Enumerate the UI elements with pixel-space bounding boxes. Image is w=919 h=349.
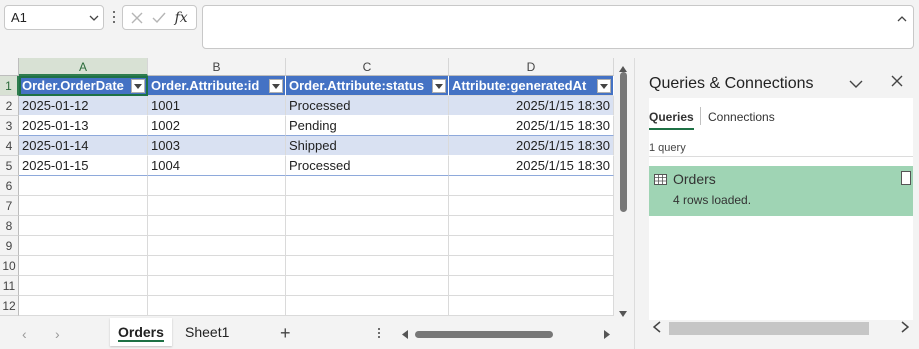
row-header-2[interactable]: 2 — [0, 96, 19, 116]
table-cell[interactable]: 1004 — [148, 156, 286, 176]
queries-connections-panel: Queries & Connections Queries Connection… — [634, 58, 919, 349]
scroll-thumb[interactable] — [415, 331, 553, 338]
sheet-tab-label: Sheet1 — [185, 324, 230, 340]
row-header-9[interactable]: 9 — [0, 236, 19, 256]
scroll-right-icon[interactable] — [604, 330, 610, 339]
table-cell[interactable]: 2025-01-14 — [19, 136, 148, 156]
panel-horizontal-scrollbar[interactable] — [649, 320, 913, 338]
excel-window: A1 fx A B C D 1 2 3 4 5 6 7 8 9 10 11 12… — [0, 0, 919, 349]
x-icon[interactable] — [131, 12, 143, 24]
row-header-3[interactable]: 3 — [0, 116, 19, 136]
query-name: Orders — [673, 171, 716, 187]
formula-controls: fx — [122, 5, 197, 30]
close-icon[interactable] — [891, 75, 903, 90]
header-label: Order.Attribute:status — [289, 78, 425, 93]
next-sheet-icon[interactable]: › — [55, 326, 60, 342]
table-cell[interactable]: 2025-01-15 — [19, 156, 148, 176]
table-cell[interactable]: 2025/1/15 18:30 — [449, 156, 614, 176]
chevron-down-icon[interactable] — [849, 76, 863, 91]
empty-cells[interactable] — [19, 176, 614, 316]
sheet-tab-sheet1[interactable]: Sheet1 — [177, 318, 237, 346]
sheet-tab-orders[interactable]: Orders — [110, 318, 172, 346]
query-item-orders[interactable]: Orders 4 rows loaded. — [649, 166, 913, 216]
filter-dropdown-icon[interactable] — [269, 79, 283, 93]
header-label: Attribute:generatedAt — [452, 78, 587, 93]
row-header-5[interactable]: 5 — [0, 156, 19, 176]
chevron-down-icon[interactable] — [85, 6, 103, 29]
row-header-8[interactable]: 8 — [0, 216, 19, 236]
table-cell[interactable]: 1002 — [148, 116, 286, 136]
query-count: 1 query — [649, 142, 686, 154]
vertical-scrollbar[interactable] — [616, 58, 630, 320]
table-cell[interactable]: 1003 — [148, 136, 286, 156]
name-box-value: A1 — [11, 10, 27, 25]
column-header-b[interactable]: B — [148, 58, 286, 76]
chevron-right-icon[interactable] — [901, 321, 910, 336]
divider — [649, 156, 913, 157]
prev-sheet-icon[interactable]: ‹ — [22, 326, 27, 342]
select-all-corner[interactable] — [0, 58, 19, 76]
row-header-7[interactable]: 7 — [0, 196, 19, 216]
add-sheet-button[interactable]: + — [280, 323, 291, 344]
chevron-up-icon[interactable] — [897, 10, 907, 25]
filter-dropdown-icon[interactable] — [131, 79, 145, 93]
panel-title: Queries & Connections — [649, 75, 814, 92]
table-header-cell[interactable]: Order.Attribute:status — [286, 76, 449, 96]
chevron-left-icon[interactable] — [652, 321, 661, 336]
column-header-d[interactable]: D — [449, 58, 614, 76]
query-status: 4 rows loaded. — [673, 193, 752, 207]
row-header-11[interactable]: 11 — [0, 276, 19, 296]
column-header-a[interactable]: A — [19, 58, 148, 76]
table-cell[interactable]: 2025/1/15 18:30 — [449, 96, 614, 116]
filter-dropdown-icon[interactable] — [597, 79, 611, 93]
row-header-12[interactable]: 12 — [0, 296, 19, 316]
filter-dropdown-icon[interactable] — [432, 79, 446, 93]
table-header-cell[interactable]: Order.OrderDate — [19, 76, 148, 96]
scroll-thumb[interactable] — [669, 322, 869, 335]
tab-label: Queries — [649, 110, 694, 124]
more-options-icon[interactable] — [378, 328, 380, 338]
panel-body: Queries Connections 1 query Orders 4 row… — [649, 98, 913, 320]
table-cell[interactable]: 2025/1/15 18:30 — [449, 136, 614, 156]
table-cell[interactable]: Processed — [286, 96, 449, 116]
header-label: Order.Attribute:id — [151, 78, 260, 93]
check-icon[interactable] — [152, 12, 166, 24]
tab-connections[interactable]: Connections — [708, 110, 775, 124]
table-header-cell[interactable]: Attribute:generatedAt — [449, 76, 614, 96]
table-cell[interactable]: 2025-01-12 — [19, 96, 148, 116]
table-cell[interactable]: Processed — [286, 156, 449, 176]
row-header-10[interactable]: 10 — [0, 256, 19, 276]
header-label: Order.OrderDate — [22, 78, 124, 93]
row-header-6[interactable]: 6 — [0, 176, 19, 196]
query-checkbox[interactable] — [901, 171, 911, 185]
table-cell[interactable]: Shipped — [286, 136, 449, 156]
worksheet-grid[interactable]: A B C D 1 2 3 4 5 6 7 8 9 10 11 12 Order… — [0, 58, 614, 316]
table-cell[interactable]: Pending — [286, 116, 449, 136]
column-header-c[interactable]: C — [286, 58, 449, 76]
panel-tabs: Queries Connections — [649, 98, 913, 134]
scroll-left-icon[interactable] — [402, 330, 408, 339]
tab-queries[interactable]: Queries — [649, 110, 694, 130]
table-cell[interactable]: 1001 — [148, 96, 286, 116]
table-cell[interactable]: 2025/1/15 18:30 — [449, 116, 614, 136]
scroll-down-icon[interactable] — [619, 305, 627, 320]
table-header-cell[interactable]: Order.Attribute:id — [148, 76, 286, 96]
horizontal-scrollbar[interactable] — [400, 330, 614, 340]
scroll-thumb[interactable] — [620, 72, 627, 212]
sheet-tab-label: Orders — [118, 324, 164, 340]
table-cell[interactable]: 2025-01-13 — [19, 116, 148, 136]
fx-icon[interactable]: fx — [175, 10, 188, 26]
table-icon — [654, 173, 667, 188]
row-header-4[interactable]: 4 — [0, 136, 19, 156]
more-options-icon[interactable] — [109, 8, 119, 26]
formula-input[interactable] — [202, 5, 914, 49]
name-box[interactable]: A1 — [4, 5, 104, 30]
tab-divider — [700, 107, 701, 125]
row-header-1[interactable]: 1 — [0, 76, 19, 96]
